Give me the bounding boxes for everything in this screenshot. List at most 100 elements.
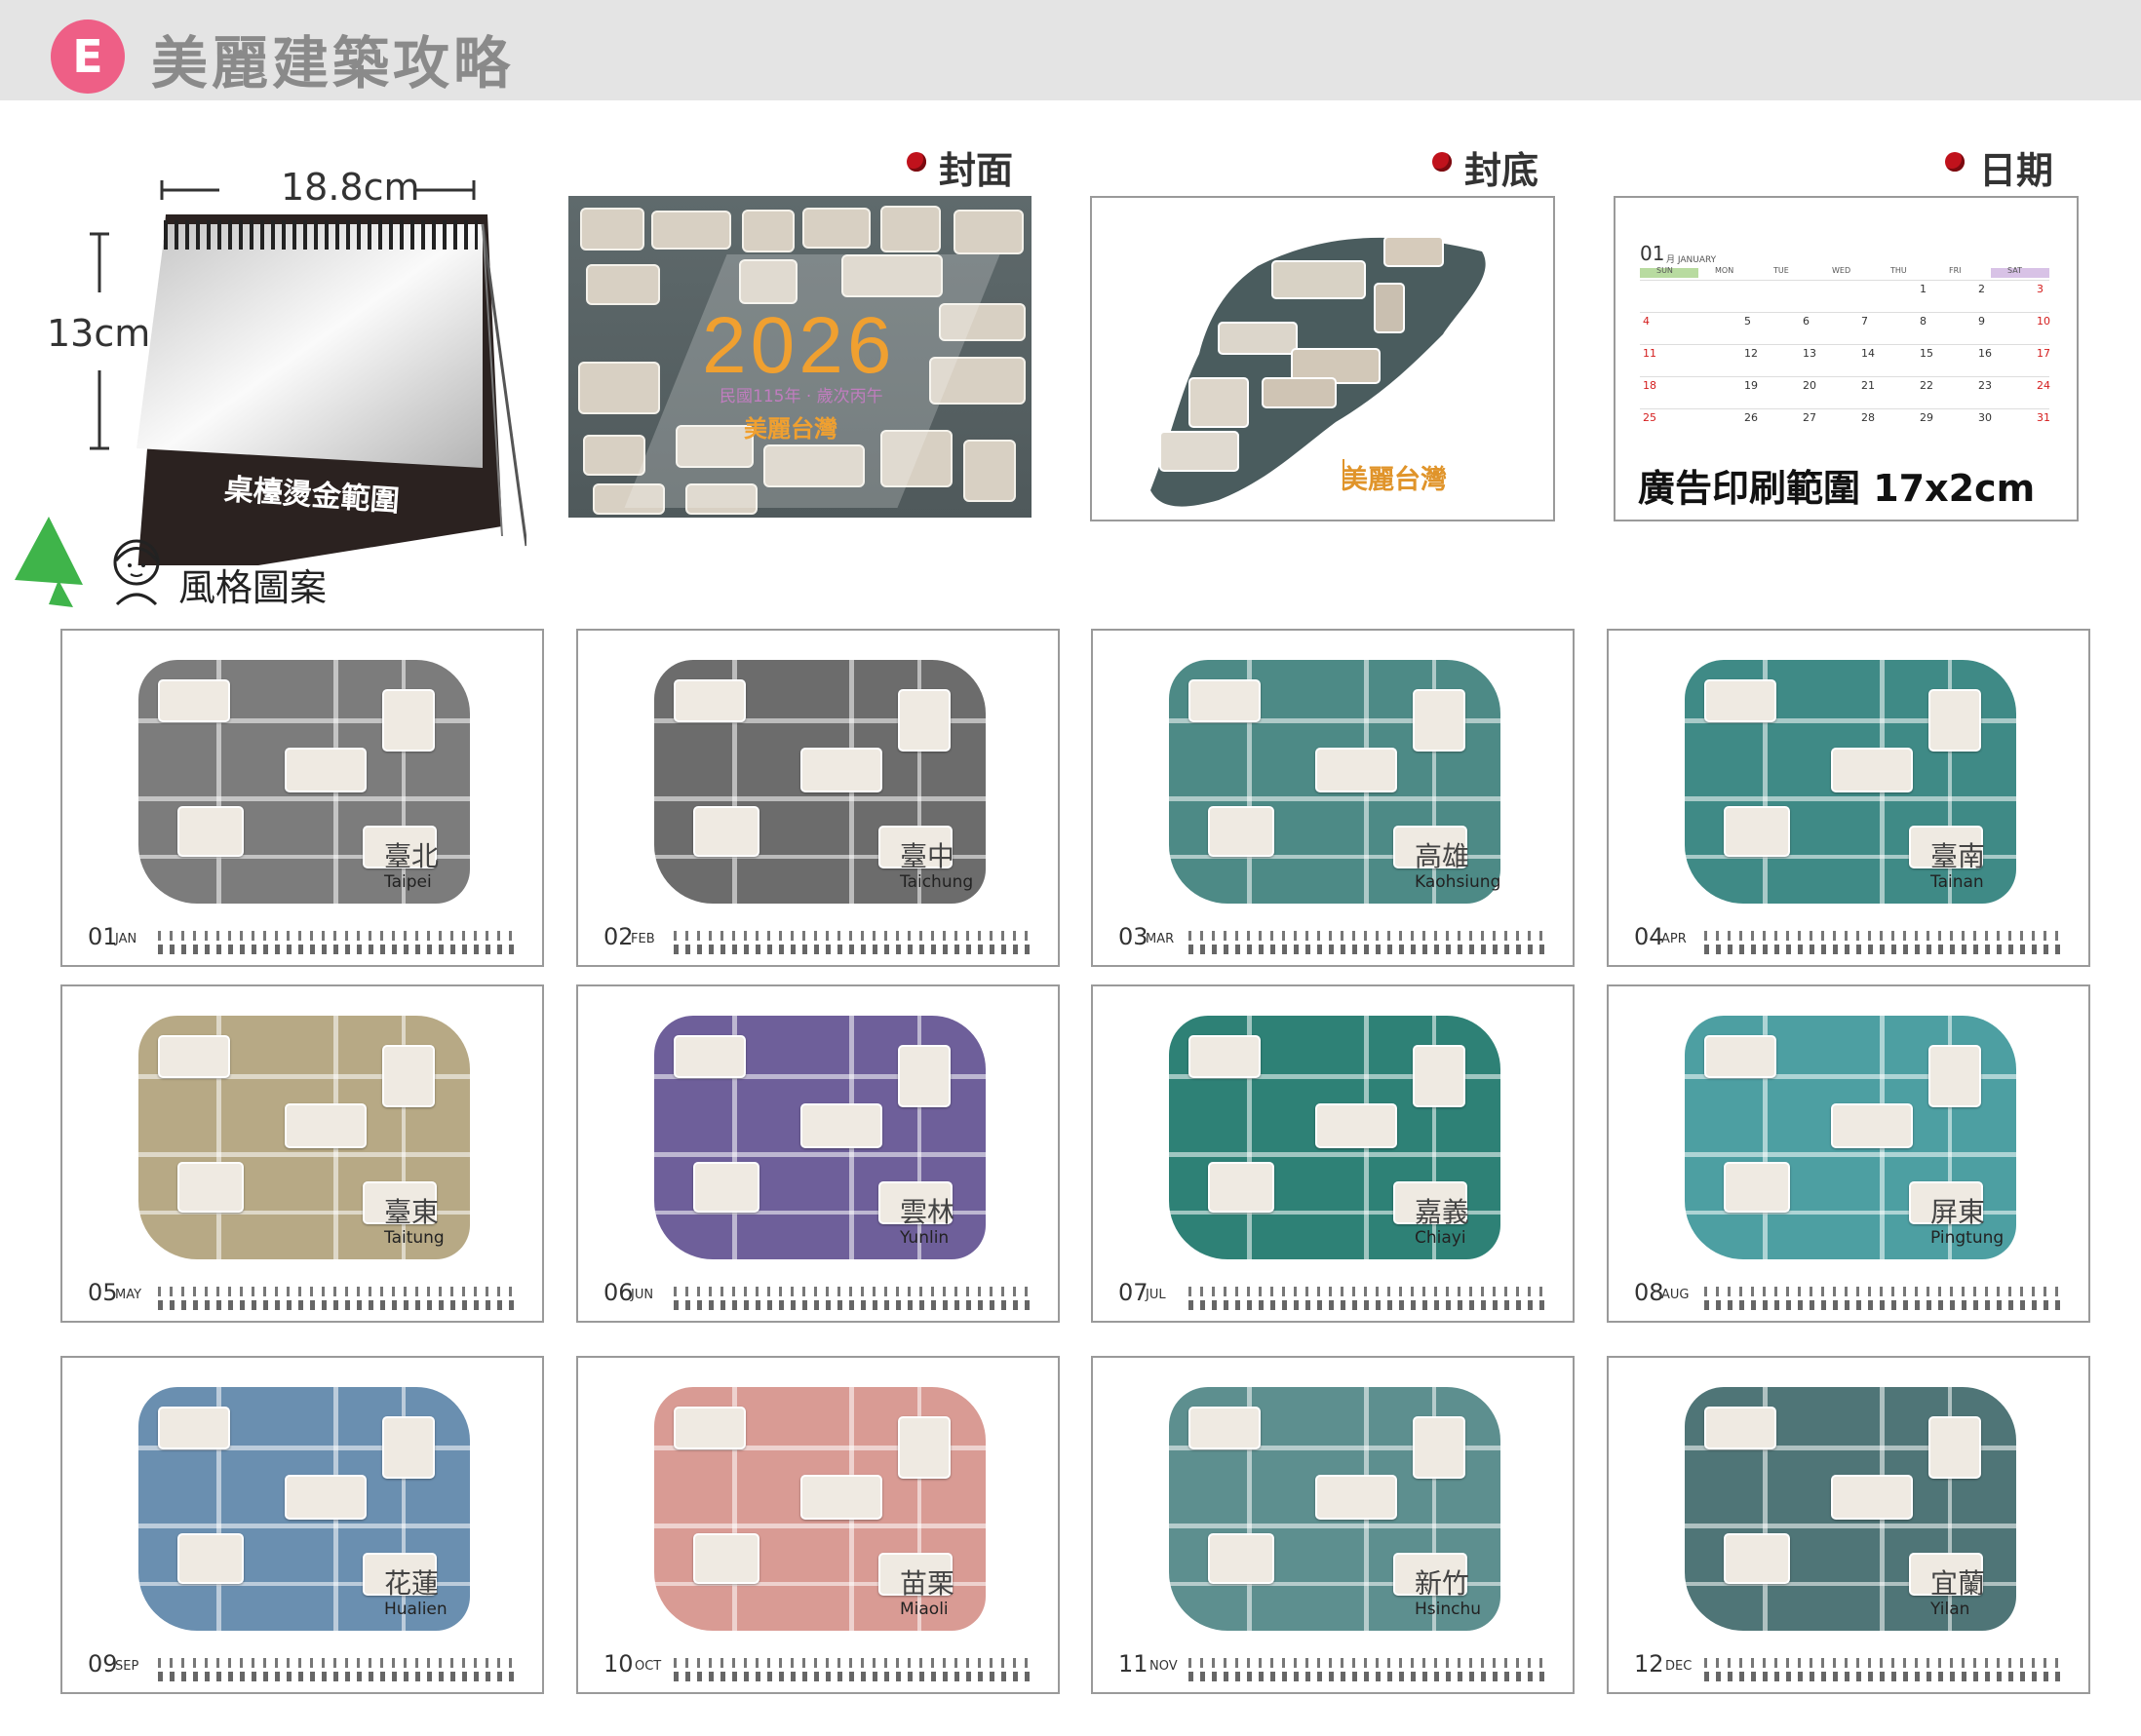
taiwan-map-illustration <box>1150 236 1486 507</box>
date-strip <box>674 1672 1036 1681</box>
date-cell: 3 <box>2037 283 2044 295</box>
landmark-building <box>158 1407 230 1449</box>
date-cell: 16 <box>1978 347 1992 360</box>
landmark-building <box>1188 1407 1261 1449</box>
landmark-building <box>693 1533 759 1584</box>
landmark-building <box>800 1475 882 1520</box>
landmark-building <box>1704 1407 1776 1449</box>
landmark-building <box>158 1035 230 1078</box>
date-cell: 9 <box>1978 315 1985 328</box>
date-dot-icon <box>1945 152 1965 172</box>
weekday-mon: MON <box>1715 266 1734 275</box>
map-road <box>138 1524 470 1528</box>
landmark-building <box>382 1045 435 1107</box>
landmark-building <box>1928 689 1981 752</box>
city-name-en: Hualien <box>384 1600 448 1619</box>
week-divider <box>1640 344 2049 345</box>
weekday-tue: TUE <box>1773 266 1789 275</box>
landmark-building <box>674 1035 746 1078</box>
month-number: 12 <box>1634 1650 1664 1678</box>
landmark-building <box>898 1416 951 1479</box>
city-name-zh: 宜蘭 <box>1930 1567 1986 1600</box>
back-label: 封底 <box>1464 149 1539 192</box>
landmark-building <box>1724 1533 1790 1584</box>
landmark-building <box>800 1103 882 1148</box>
landmark-building <box>898 689 951 752</box>
month-tile-may: 臺東 Taitung 05 MAY <box>60 984 544 1323</box>
date-cell: 20 <box>1803 379 1816 392</box>
month-number: 01 <box>88 923 118 950</box>
landmark-building <box>800 748 882 792</box>
city-name-en: Pingtung <box>1930 1228 2005 1248</box>
month-number: 04 <box>1634 923 1664 950</box>
spiral-binding <box>164 220 478 250</box>
date-cell: 23 <box>1978 379 1992 392</box>
date-month-number: 01 <box>1640 242 1665 265</box>
city-name-zh: 新竹 <box>1415 1567 1470 1600</box>
landmark-building <box>1208 1533 1274 1584</box>
weekday-strip <box>1704 931 2067 941</box>
date-cell: 21 <box>1861 379 1875 392</box>
date-strip <box>1704 945 2067 954</box>
month-number: 06 <box>603 1279 634 1306</box>
month-tile-jun: 雲林 Yunlin 06 JUN <box>576 984 1060 1323</box>
date-cell: 24 <box>2037 379 2050 392</box>
month-abbr: MAR <box>1146 932 1175 946</box>
month-tile-oct: 苗栗 Miaoli 10 OCT <box>576 1356 1060 1694</box>
date-strip <box>158 1672 521 1681</box>
month-tile-mar: 高雄 Kaohsiung 03 MAR <box>1091 629 1575 967</box>
back-cover-preview <box>1090 196 1555 521</box>
back-dot-icon <box>1432 152 1452 172</box>
month-abbr: OCT <box>635 1659 662 1674</box>
landmark-building <box>1188 679 1261 722</box>
landmark-building <box>1315 1475 1397 1520</box>
map-road <box>1685 1524 2016 1528</box>
landmark-building <box>382 1416 435 1479</box>
date-cell: 18 <box>1643 379 1656 392</box>
date-label: 日期 <box>1979 149 2054 192</box>
weekday-thu: THU <box>1890 266 1907 275</box>
landmark-building <box>1724 1162 1790 1213</box>
date-strip <box>1704 1300 2067 1310</box>
date-cell: 11 <box>1643 347 1656 360</box>
month-number: 08 <box>1634 1279 1664 1306</box>
back-brand: 美麗台灣 <box>1342 465 1447 495</box>
week-divider <box>1640 376 2049 377</box>
triangle-icon <box>15 517 83 607</box>
city-name-zh: 花蓮 <box>384 1567 440 1600</box>
date-cell: 13 <box>1803 347 1816 360</box>
height-dimension: 13cm <box>47 312 151 355</box>
map-road <box>654 1524 986 1528</box>
map-road <box>1169 1524 1500 1528</box>
month-number: 09 <box>88 1650 118 1678</box>
month-number: 03 <box>1118 923 1148 950</box>
month-abbr: MAY <box>115 1288 142 1302</box>
landmark-building <box>1315 748 1397 792</box>
month-tile-aug: 屏東 Pingtung 08 AUG <box>1607 984 2090 1323</box>
date-cell: 30 <box>1978 411 1992 424</box>
month-number: 07 <box>1118 1279 1148 1306</box>
city-name-en: Chiayi <box>1415 1228 1466 1248</box>
style-pattern-label: 風格圖案 <box>178 566 328 609</box>
girl-face-icon <box>113 539 160 606</box>
landmark-building <box>1208 1162 1274 1213</box>
date-strip <box>158 1300 521 1310</box>
weekday-fri: FRI <box>1949 266 1962 275</box>
month-abbr: APR <box>1661 932 1687 946</box>
cover-label: 封面 <box>939 149 1014 192</box>
landmark-building <box>1724 806 1790 857</box>
landmark-building <box>1928 1045 1981 1107</box>
month-number: 10 <box>603 1650 634 1678</box>
landmark-building <box>177 1162 244 1213</box>
city-name-en: Miaoli <box>900 1600 949 1619</box>
date-cell: 8 <box>1920 315 1927 328</box>
month-tile-dec: 宜蘭 Yilan 12 DEC <box>1607 1356 2090 1694</box>
month-tile-nov: 新竹 Hsinchu 11 NOV <box>1091 1356 1575 1694</box>
map-road <box>654 1152 986 1157</box>
date-strip <box>1188 945 1551 954</box>
weekday-sun: SUN <box>1656 266 1673 275</box>
landmark-building <box>1831 748 1913 792</box>
city-name-zh: 苗栗 <box>900 1567 955 1600</box>
city-name-zh: 雲林 <box>900 1196 955 1228</box>
weekday-wed: WED <box>1832 266 1851 275</box>
